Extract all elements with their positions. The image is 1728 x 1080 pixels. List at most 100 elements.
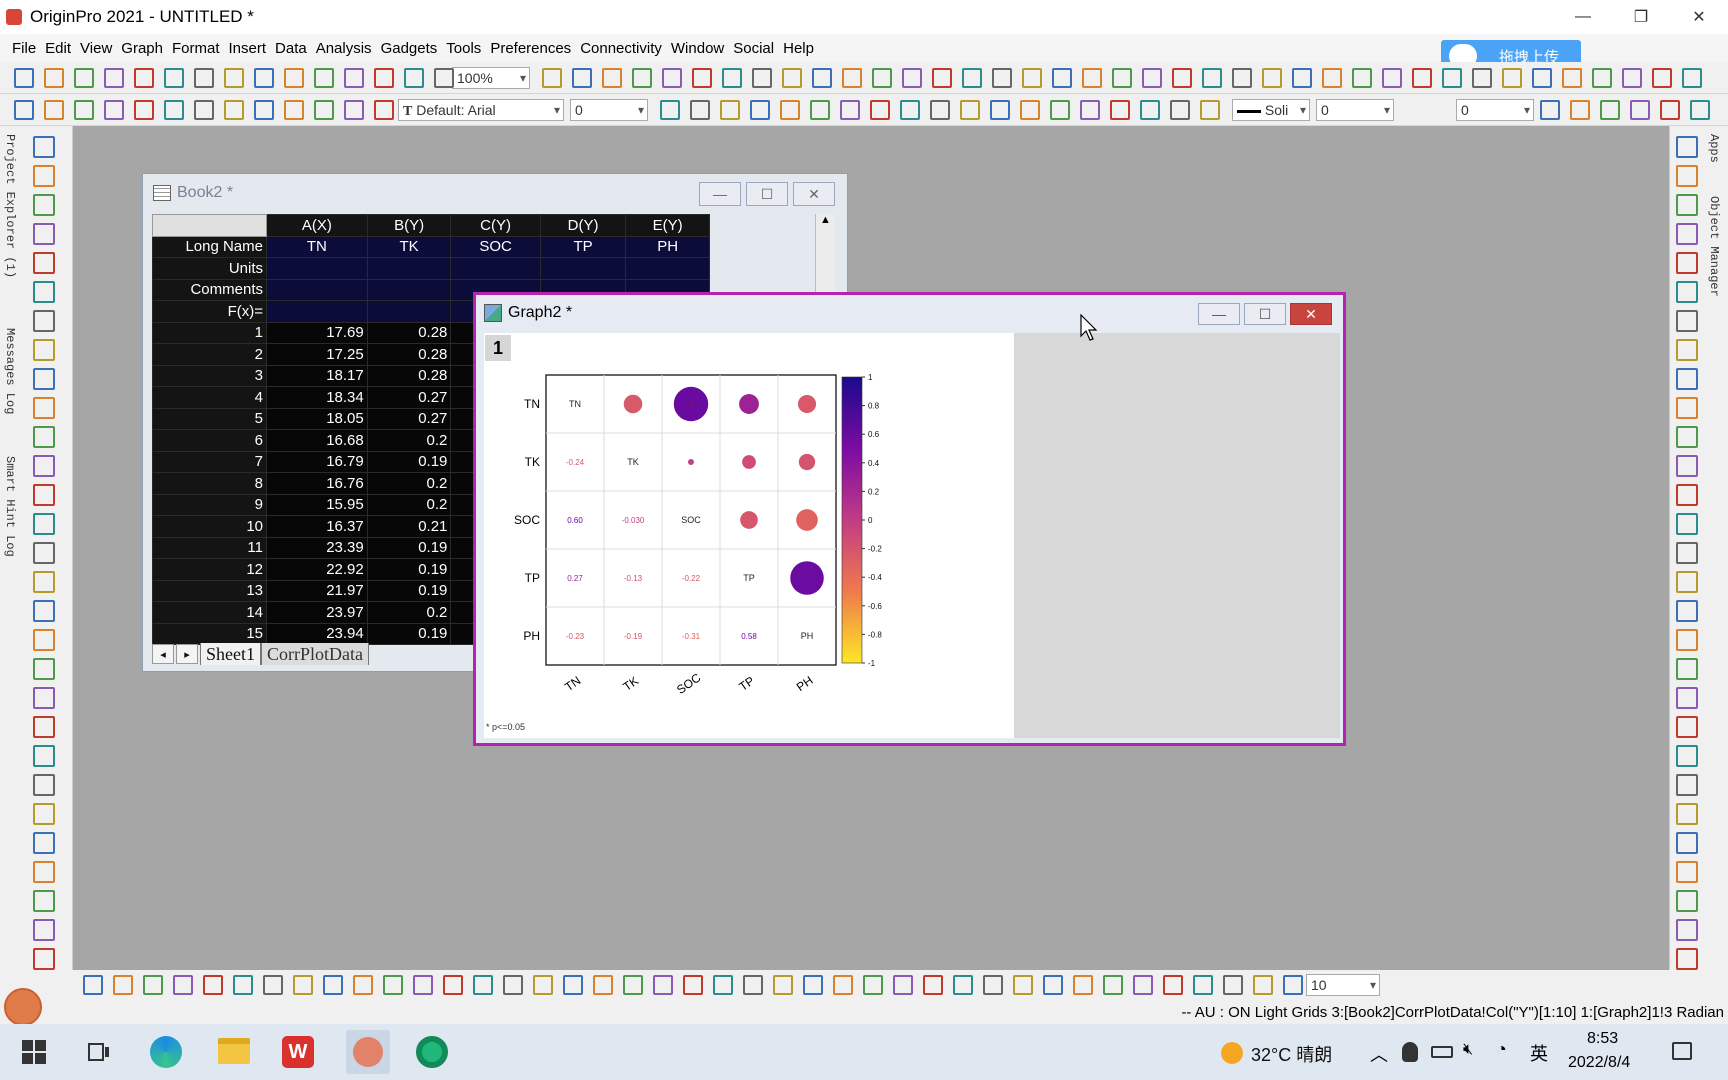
toolbar-tool-icon[interactable]: [1322, 68, 1342, 88]
toolbar-tool-icon[interactable]: [33, 542, 55, 564]
close-button[interactable]: ✕: [1670, 0, 1728, 34]
toolbar-tool-icon[interactable]: [593, 975, 613, 995]
toolbar-tool-icon[interactable]: [1676, 600, 1698, 622]
toolbar-tool-icon[interactable]: [900, 100, 920, 120]
toolbar-tool-icon[interactable]: [1676, 513, 1698, 535]
units-cell[interactable]: [266, 257, 368, 280]
column-header[interactable]: B(Y): [366, 214, 452, 237]
toolbar-tool-icon[interactable]: [1442, 68, 1462, 88]
toolbar-tool-icon[interactable]: [962, 68, 982, 88]
sheet-next-icon[interactable]: ▸: [176, 644, 198, 664]
units-cell[interactable]: [366, 257, 452, 280]
toolbar-tool-icon[interactable]: [810, 100, 830, 120]
zoom-combo[interactable]: 100%: [452, 67, 530, 89]
toolbar-tool-icon[interactable]: [473, 975, 493, 995]
font-size-combo[interactable]: 0: [570, 99, 648, 121]
toolbar-tool-icon[interactable]: [1676, 455, 1698, 477]
toolbar-tool-icon[interactable]: [33, 890, 55, 912]
toolbar-tool-icon[interactable]: [990, 100, 1010, 120]
toolbar-tool-icon[interactable]: [344, 100, 364, 120]
toolbar-tool-icon[interactable]: [33, 919, 55, 941]
windows-start-icon[interactable]: [22, 1040, 46, 1064]
toolbar-tool-icon[interactable]: [1043, 975, 1063, 995]
toolbar-tool-icon[interactable]: [1676, 919, 1698, 941]
toolbar-tool-icon[interactable]: [842, 68, 862, 88]
menu-analysis[interactable]: Analysis: [316, 40, 372, 57]
toolbar-tool-icon[interactable]: [1013, 975, 1033, 995]
correlation-plot[interactable]: TN TNTK -0.24 TKSOC 0.60 -0.030 SOCTP 0.27 -0.13…: [484, 333, 1014, 738]
toolbar-tool-icon[interactable]: [1170, 100, 1190, 120]
clock-date[interactable]: 2022/8/4: [1568, 1054, 1630, 1072]
toolbar-tool-icon[interactable]: [1652, 68, 1672, 88]
toolbar-tool-icon[interactable]: [1163, 975, 1183, 995]
toolbar-tool-icon[interactable]: [1292, 68, 1312, 88]
toolbar-tool-icon[interactable]: [713, 975, 733, 995]
toolbar-tool-icon[interactable]: [1676, 136, 1698, 158]
toolbar-tool-icon[interactable]: [1676, 832, 1698, 854]
notification-icon[interactable]: [1672, 1042, 1692, 1060]
toolbar-tool-icon[interactable]: [953, 975, 973, 995]
graph-layer-area[interactable]: 1 TN TN TK -0.24 TK SOC 0.60 -0.030 SOC TP 0.27 -0.…: [484, 333, 1014, 738]
row-number[interactable]: 11: [152, 536, 267, 559]
toolbar-tool-icon[interactable]: [893, 975, 913, 995]
toolbar-tool-icon[interactable]: [683, 975, 703, 995]
toolbar-tool-icon[interactable]: [750, 100, 770, 120]
toolbar-tool-icon[interactable]: [1080, 100, 1100, 120]
toolbar-tool-icon[interactable]: [602, 68, 622, 88]
toolbar-tool-icon[interactable]: [932, 68, 952, 88]
toolbar-tool-icon[interactable]: [164, 68, 184, 88]
data-cell[interactable]: 0.2: [366, 472, 452, 495]
toolbar-tool-icon[interactable]: [173, 975, 193, 995]
toolbar-tool-icon[interactable]: [33, 426, 55, 448]
data-cell[interactable]: 0.28: [366, 364, 452, 387]
toolbar-tool-icon[interactable]: [194, 100, 214, 120]
project-explorer-tab[interactable]: Project Explorer (1): [3, 134, 17, 278]
toolbar-tool-icon[interactable]: [1676, 774, 1698, 796]
toolbar-tool-icon[interactable]: [353, 975, 373, 995]
menu-gadgets[interactable]: Gadgets: [381, 40, 438, 57]
row-number[interactable]: 4: [152, 386, 267, 409]
toolbar-tool-icon[interactable]: [1682, 68, 1702, 88]
toolbar-tool-icon[interactable]: [1262, 68, 1282, 88]
scroll-up-icon[interactable]: ▲: [816, 214, 835, 226]
sheet-tab-corrplotdata[interactable]: CorrPlotData: [261, 643, 369, 665]
toolbar-tool-icon[interactable]: [33, 658, 55, 680]
toolbar-tool-icon[interactable]: [224, 68, 244, 88]
comments-cell[interactable]: [266, 278, 368, 301]
toolbar-tool-icon[interactable]: [1223, 975, 1243, 995]
toolbar-tool-icon[interactable]: [113, 975, 133, 995]
toolbar-tool-icon[interactable]: [1676, 658, 1698, 680]
toolbar-tool-icon[interactable]: [662, 68, 682, 88]
bottom-size-combo[interactable]: 10: [1306, 974, 1380, 996]
menu-view[interactable]: View: [80, 40, 112, 57]
tray-chevron-icon[interactable]: ︿: [1370, 1041, 1388, 1067]
row-number[interactable]: 12: [152, 558, 267, 581]
toolbar-tool-icon[interactable]: [164, 100, 184, 120]
data-cell[interactable]: 17.69: [266, 321, 368, 344]
toolbar-tool-icon[interactable]: [1676, 368, 1698, 390]
toolbar-tool-icon[interactable]: [1676, 861, 1698, 883]
menu-format[interactable]: Format: [172, 40, 220, 57]
data-cell[interactable]: 0.27: [366, 386, 452, 409]
sheet-prev-icon[interactable]: ◂: [152, 644, 174, 664]
toolbar-tool-icon[interactable]: [14, 100, 34, 120]
column-header[interactable]: A(X): [266, 214, 368, 237]
toolbar-tool-icon[interactable]: [314, 100, 334, 120]
toolbar-tool-icon[interactable]: [1676, 716, 1698, 738]
toolbar-tool-icon[interactable]: [1140, 100, 1160, 120]
toolbar-tool-icon[interactable]: [33, 571, 55, 593]
toolbar-tool-icon[interactable]: [404, 68, 424, 88]
toolbar-tool-icon[interactable]: [1676, 339, 1698, 361]
toolbar-tool-icon[interactable]: [1020, 100, 1040, 120]
data-cell[interactable]: 0.27: [366, 407, 452, 430]
toolbar-tool-icon[interactable]: [1103, 975, 1123, 995]
row-number[interactable]: 10: [152, 515, 267, 538]
toolbar-tool-icon[interactable]: [960, 100, 980, 120]
data-cell[interactable]: 0.2: [366, 429, 452, 452]
toolbar-tool-icon[interactable]: [542, 68, 562, 88]
toolbar-tool-icon[interactable]: [233, 975, 253, 995]
toolbar-tool-icon[interactable]: [33, 600, 55, 622]
toolbar-tool-icon[interactable]: [1110, 100, 1130, 120]
toolbar-tool-icon[interactable]: [104, 68, 124, 88]
toolbar-tool-icon[interactable]: [143, 975, 163, 995]
